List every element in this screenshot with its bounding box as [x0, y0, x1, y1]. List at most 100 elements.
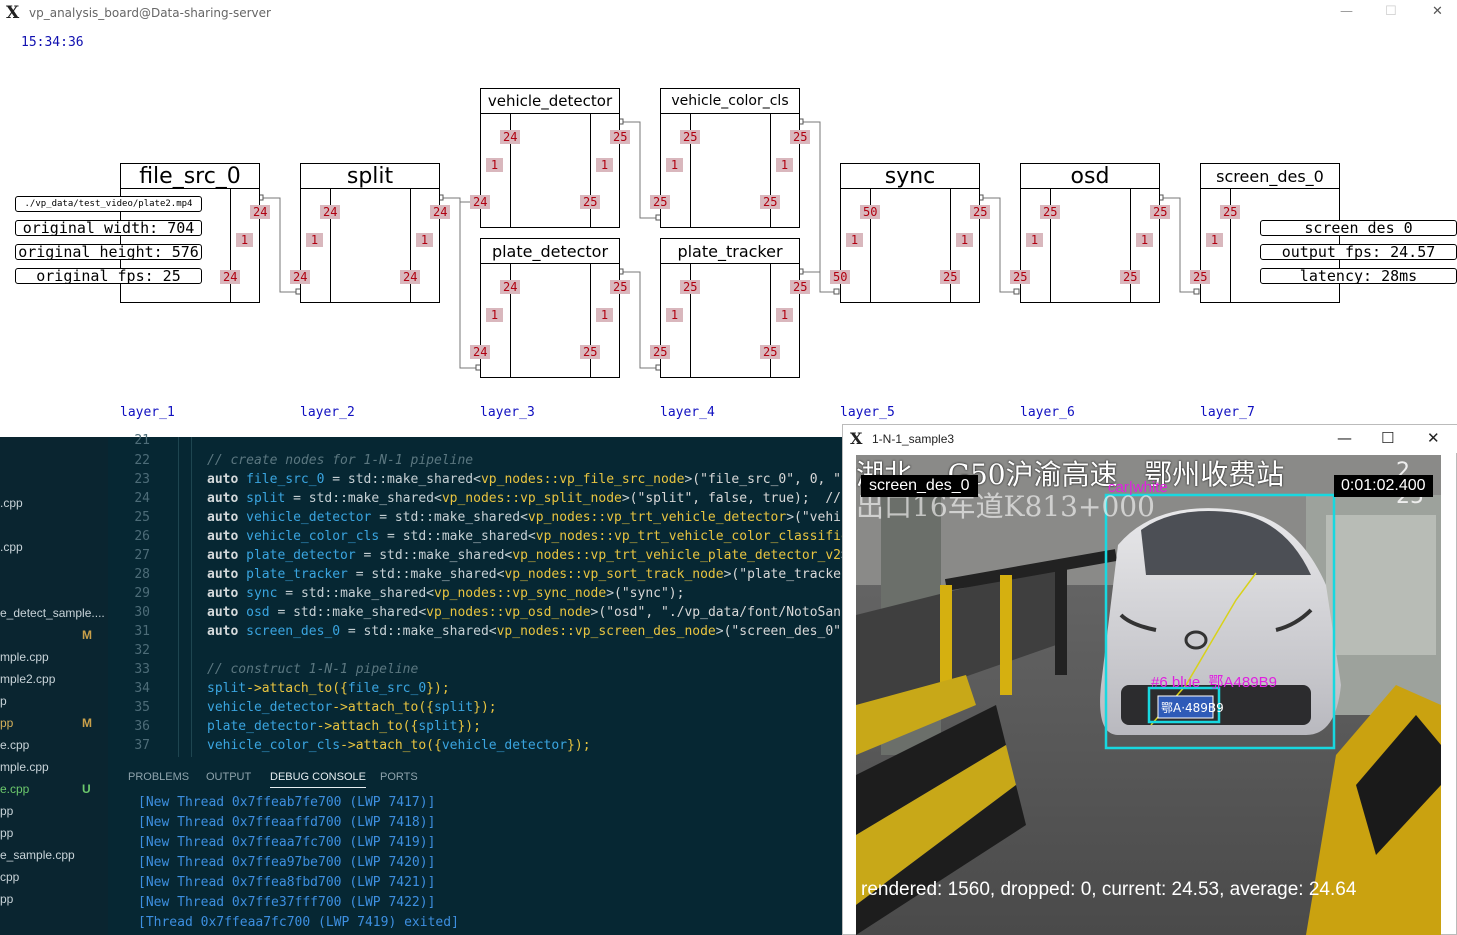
code-line: auto osd = std::make_shared<vp_nodes::vp…	[207, 605, 842, 620]
timestamp-label: 0:01:02.400	[1334, 475, 1433, 497]
explorer-item[interactable]: .cpp	[0, 540, 23, 554]
node-title: file_src_0	[121, 164, 259, 189]
x11-logo-icon: X	[6, 3, 20, 23]
tab-debug-console[interactable]: DEBUG CONSOLE	[270, 771, 366, 788]
vehicle-label: car|white	[1108, 479, 1168, 496]
node-title: plate_detector	[481, 239, 619, 264]
code-line: vehicle_detector->attach_to({split});	[207, 700, 497, 715]
node-title: osd	[1021, 164, 1159, 189]
des-latency-label: latency: 28ms	[1260, 268, 1457, 284]
layer-label: layer_6	[1020, 405, 1075, 420]
queue-badge: 24	[470, 345, 491, 359]
line-number: 33	[134, 662, 150, 677]
render-stats: rendered: 1560, dropped: 0, current: 24.…	[861, 879, 1357, 900]
minimize-icon[interactable]: —	[1337, 429, 1352, 447]
code-line: auto vehicle_detector = std::make_shared…	[207, 510, 842, 525]
layer-label: layer_1	[120, 405, 175, 420]
queue-badge: 24	[320, 205, 341, 219]
explorer-item[interactable]: pp	[0, 826, 13, 840]
explorer-item[interactable]: mple.cpp	[0, 760, 49, 774]
node-title: plate_tracker	[661, 239, 799, 264]
code-line: vehicle_color_cls->attach_to({vehicle_de…	[207, 738, 591, 753]
explorer-item[interactable]: e_sample.cpp	[0, 848, 75, 862]
thread-badge: 1	[776, 308, 793, 322]
tab-output[interactable]: OUTPUT	[206, 771, 251, 783]
explorer-item[interactable]: cpp	[0, 870, 19, 884]
queue-badge: 25	[940, 270, 961, 284]
thread-badge: 1	[486, 308, 503, 322]
explorer-item[interactable]: e.cpp	[0, 738, 29, 752]
queue-badge: 50	[860, 205, 881, 219]
line-number: 29	[134, 586, 150, 601]
thread-badge: 1	[846, 233, 863, 247]
queue-badge: 24	[470, 195, 491, 209]
debug-console[interactable]: [New Thread 0x7ffeab7fe700 (LWP 7417)] […	[108, 792, 842, 935]
explorer-item[interactable]: pp	[0, 716, 13, 730]
explorer-item[interactable]: mple2.cpp	[0, 672, 55, 686]
explorer-item[interactable]: e.cpp	[0, 782, 29, 796]
board-titlebar: X vp_analysis_board@Data-sharing-server …	[0, 0, 1457, 26]
thread-badge: 1	[666, 158, 683, 172]
thread-badge: 1	[416, 233, 433, 247]
explorer-item[interactable]: .cpp	[0, 496, 23, 510]
console-line: [Thread 0x7ffeaa7fc700 (LWP 7419) exited…	[138, 915, 459, 930]
code-line: auto sync = std::make_shared<vp_nodes::v…	[207, 586, 685, 601]
console-line: [New Thread 0x7ffeab7fe700 (LWP 7417)]	[138, 795, 436, 810]
close-icon[interactable]: ✕	[1432, 4, 1443, 19]
line-number: 25	[134, 510, 150, 525]
line-number: 36	[134, 719, 150, 734]
code-area[interactable]: // create nodes for 1-N-1 pipeline auto …	[207, 437, 842, 762]
console-line: [New Thread 0x7ffe37fff700 (LWP 7422)]	[138, 895, 436, 910]
explorer-item[interactable]: pp	[0, 892, 13, 906]
console-line: [New Thread 0x7ffeaaffd700 (LWP 7418)]	[138, 815, 436, 830]
queue-badge: 25	[580, 195, 601, 209]
maximize-icon[interactable]: ☐	[1381, 429, 1394, 447]
line-number: 37	[134, 738, 150, 753]
explorer-item[interactable]: pp	[0, 804, 13, 818]
queue-badge: 25	[650, 195, 671, 209]
line-number-gutter: 21 22 23 24 25 26 27 28 29 30 31 32 33 3…	[108, 433, 188, 762]
queue-badge: 50	[830, 270, 851, 284]
queue-badge: 25	[1120, 270, 1141, 284]
screen-des-label: screen_des_0	[861, 475, 978, 497]
queue-badge: 25	[790, 130, 811, 144]
code-editor-window: .cpp .cpp e_detect_sample.... M mple.cpp…	[0, 433, 842, 935]
minimize-icon[interactable]: —	[1340, 4, 1353, 19]
node-title: sync	[841, 164, 979, 189]
board-window-title: vp_analysis_board@Data-sharing-server	[29, 6, 271, 20]
layer-label: layer_2	[300, 405, 355, 420]
src-height-label: original_height: 576	[15, 244, 202, 260]
layer-label: layer_7	[1200, 405, 1255, 420]
thread-badge: 1	[306, 233, 323, 247]
console-line: [New Thread 0x7ffea8fbd700 (LWP 7421)]	[138, 875, 436, 890]
video-titlebar: X 1-N-1_sample3 — ☐ ✕	[843, 425, 1457, 453]
queue-badge: 24	[500, 130, 521, 144]
maximize-icon[interactable]: ☐	[1385, 4, 1397, 19]
plate-text: 鄂A·489B9	[1161, 701, 1224, 715]
tab-problems[interactable]: PROBLEMS	[128, 771, 189, 783]
queue-badge: 25	[970, 205, 991, 219]
line-number: 21	[134, 433, 150, 448]
plate-label: #6 blue 鄂A489B9	[1151, 674, 1277, 691]
queue-badge: 25	[760, 345, 781, 359]
des-name-label: screen_des_0	[1260, 220, 1457, 236]
untracked-badge: U	[82, 782, 91, 796]
thread-badge: 1	[776, 158, 793, 172]
queue-badge: 25	[580, 345, 601, 359]
code-line: split->attach_to({file_src_0});	[207, 681, 450, 696]
code-line: plate_detector->attach_to({split});	[207, 719, 481, 734]
code-line: auto plate_detector = std::make_shared<v…	[207, 548, 842, 563]
file-explorer: .cpp .cpp e_detect_sample.... M mple.cpp…	[0, 437, 108, 935]
queue-badge: 24	[400, 270, 421, 284]
console-line: [New Thread 0x7ffea97be700 (LWP 7420)]	[138, 855, 436, 870]
tab-ports[interactable]: PORTS	[380, 771, 418, 783]
explorer-item[interactable]: e_detect_sample....	[0, 606, 105, 620]
console-line: [New Thread 0x7ffeaa7fc700 (LWP 7419)]	[138, 835, 436, 850]
close-icon[interactable]: ✕	[1427, 429, 1440, 447]
line-number: 26	[134, 529, 150, 544]
code-line: auto vehicle_color_cls = std::make_share…	[207, 529, 842, 544]
explorer-item[interactable]: mple.cpp	[0, 650, 49, 664]
queue-badge: 25	[1220, 205, 1241, 219]
thread-badge: 1	[236, 233, 253, 247]
explorer-item[interactable]: p	[0, 694, 7, 708]
